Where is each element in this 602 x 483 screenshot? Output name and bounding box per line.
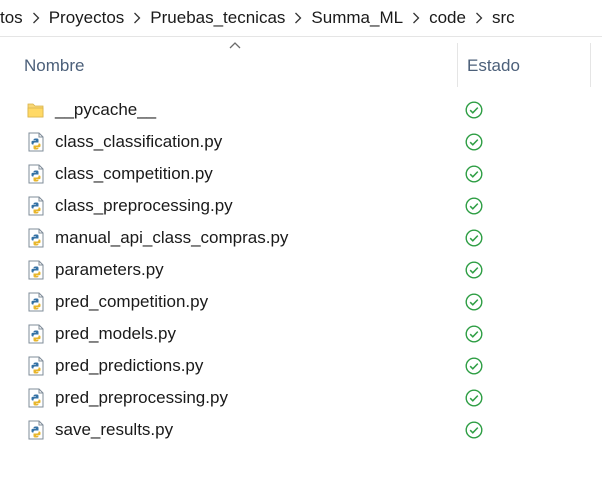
sync-status-check-icon bbox=[465, 357, 483, 375]
file-name: parameters.py bbox=[55, 260, 164, 279]
python-file-icon bbox=[27, 260, 45, 280]
breadcrumb-item-5[interactable]: src bbox=[490, 8, 517, 28]
python-file-icon bbox=[27, 420, 45, 440]
breadcrumb: tos Proyectos Pruebas_tecnicas Summa_ML … bbox=[0, 0, 602, 37]
sort-ascending-icon bbox=[229, 42, 241, 49]
column-header-row: Nombre Estado bbox=[0, 37, 602, 89]
file-row[interactable]: save_results.py bbox=[0, 414, 602, 446]
python-file-icon bbox=[27, 356, 45, 376]
file-explorer: tos Proyectos Pruebas_tecnicas Summa_ML … bbox=[0, 0, 602, 483]
sync-status-check-icon bbox=[465, 293, 483, 311]
chevron-right-icon[interactable] bbox=[25, 8, 47, 28]
breadcrumb-item-2[interactable]: Pruebas_tecnicas bbox=[148, 8, 287, 28]
sync-status-check-icon bbox=[465, 261, 483, 279]
folder-row[interactable]: __pycache__ bbox=[0, 94, 602, 126]
folder-icon bbox=[27, 100, 45, 120]
python-file-icon bbox=[27, 164, 45, 184]
file-name: class_preprocessing.py bbox=[55, 196, 233, 215]
breadcrumb-item-1[interactable]: Proyectos bbox=[47, 8, 127, 28]
file-row[interactable]: class_competition.py bbox=[0, 158, 602, 190]
column-divider[interactable] bbox=[590, 43, 591, 87]
file-name: save_results.py bbox=[55, 420, 174, 439]
file-name: class_competition.py bbox=[55, 164, 213, 183]
file-row[interactable]: pred_models.py bbox=[0, 318, 602, 350]
sync-status-check-icon bbox=[465, 197, 483, 215]
python-file-icon bbox=[27, 388, 45, 408]
sync-status-check-icon bbox=[465, 325, 483, 343]
python-file-icon bbox=[27, 292, 45, 312]
file-list: __pycache__ class_classification.py clas… bbox=[0, 94, 602, 446]
file-row[interactable]: pred_competition.py bbox=[0, 286, 602, 318]
column-divider[interactable] bbox=[457, 43, 458, 87]
chevron-right-icon[interactable] bbox=[405, 8, 427, 28]
file-name: pred_preprocessing.py bbox=[55, 388, 228, 407]
breadcrumb-item-4[interactable]: code bbox=[427, 8, 468, 28]
python-file-icon bbox=[27, 196, 45, 216]
breadcrumb-item-0[interactable]: tos bbox=[0, 8, 25, 28]
column-header-name[interactable]: Nombre bbox=[24, 56, 84, 76]
file-name: __pycache__ bbox=[55, 100, 157, 119]
file-row[interactable]: pred_preprocessing.py bbox=[0, 382, 602, 414]
sync-status-check-icon bbox=[465, 133, 483, 151]
file-name: pred_models.py bbox=[55, 324, 176, 343]
file-row[interactable]: pred_predictions.py bbox=[0, 350, 602, 382]
python-file-icon bbox=[27, 324, 45, 344]
file-row[interactable]: class_classification.py bbox=[0, 126, 602, 158]
file-name: pred_predictions.py bbox=[55, 356, 204, 375]
breadcrumb-item-3[interactable]: Summa_ML bbox=[309, 8, 405, 28]
file-name: pred_competition.py bbox=[55, 292, 209, 311]
file-row[interactable]: manual_api_class_compras.py bbox=[0, 222, 602, 254]
chevron-right-icon[interactable] bbox=[468, 8, 490, 28]
sync-status-check-icon bbox=[465, 421, 483, 439]
column-header-status[interactable]: Estado bbox=[467, 56, 520, 76]
python-file-icon bbox=[27, 132, 45, 152]
file-row[interactable]: class_preprocessing.py bbox=[0, 190, 602, 222]
chevron-right-icon[interactable] bbox=[287, 8, 309, 28]
sync-status-check-icon bbox=[465, 101, 483, 119]
sync-status-check-icon bbox=[465, 165, 483, 183]
python-file-icon bbox=[27, 228, 45, 248]
file-name: class_classification.py bbox=[55, 132, 223, 151]
sync-status-check-icon bbox=[465, 229, 483, 247]
sync-status-check-icon bbox=[465, 389, 483, 407]
chevron-right-icon[interactable] bbox=[126, 8, 148, 28]
file-name: manual_api_class_compras.py bbox=[55, 228, 289, 247]
file-row[interactable]: parameters.py bbox=[0, 254, 602, 286]
